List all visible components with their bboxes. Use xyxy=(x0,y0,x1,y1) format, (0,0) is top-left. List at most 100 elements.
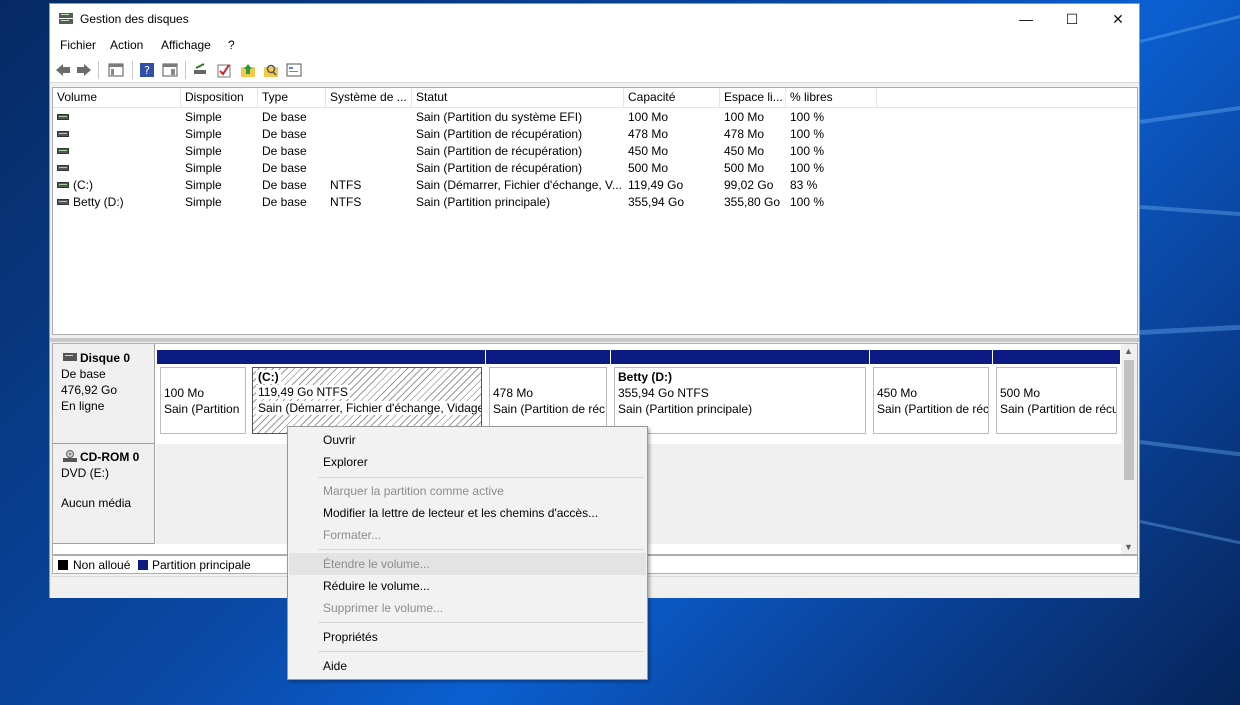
table-cell: NTFS xyxy=(330,178,362,192)
partition-betty-d[interactable]: Betty (D:) 355,94 Go NTFS Sain (Partitio… xyxy=(611,350,869,437)
table-row[interactable]: (C:) Simple De base NTFS Sain (Démarrer, Fic… xyxy=(53,177,1137,194)
menu-action[interactable]: Action xyxy=(110,38,143,52)
table-row[interactable]: Simple De base Sain (Partition du système … xyxy=(53,109,1137,126)
disk0-size: 476,92 Go xyxy=(61,383,118,397)
disk0-info[interactable]: Disque 0 De base 476,92 Go En ligne xyxy=(53,344,155,444)
check-icon[interactable] xyxy=(216,62,232,78)
table-cell: 83 % xyxy=(790,178,818,192)
table-cell: De base xyxy=(262,178,307,192)
volume-list-header: Volume Disposition Type Système de ... S… xyxy=(53,88,1137,108)
partition-recovery-450[interactable]: 450 Mo Sain (Partition de réc xyxy=(870,350,992,437)
table-cell: (C:) xyxy=(73,178,93,192)
table-row[interactable]: Betty (D:) Simple De base NTFS Sain (Partiti… xyxy=(53,194,1137,211)
partition-size: 500 Mo xyxy=(1000,386,1041,400)
table-cell: De base xyxy=(262,144,307,158)
minimize-button[interactable]: — xyxy=(1003,4,1049,34)
partition-status: Sain (Partition xyxy=(164,402,240,416)
connect-drive-icon[interactable] xyxy=(192,62,208,78)
search-folder-icon[interactable] xyxy=(263,62,279,78)
table-cell: Simple xyxy=(185,178,222,192)
desktop-wallpaper-ray xyxy=(1139,520,1240,548)
partition-size: 100 Mo xyxy=(164,386,205,400)
menu-fichier[interactable]: Fichier xyxy=(60,38,96,52)
col-percent-free[interactable]: % libres xyxy=(786,88,877,107)
table-cell: Simple xyxy=(185,144,222,158)
pane-splitter[interactable] xyxy=(50,338,1139,342)
partition-c[interactable]: (C:) 119,49 Go NTFS Sain (Démarrer, Fich… xyxy=(249,350,485,437)
scroll-thumb[interactable] xyxy=(1124,360,1134,480)
disk0-type: De base xyxy=(61,367,106,381)
close-button[interactable]: ✕ xyxy=(1095,4,1141,34)
menu-item-properties[interactable]: Propriétés xyxy=(289,626,646,648)
help-icon[interactable]: ? xyxy=(139,62,155,78)
partition-size: 119,49 Go NTFS xyxy=(256,385,350,399)
upload-folder-icon[interactable] xyxy=(240,62,256,78)
partition-efi[interactable]: 100 Mo Sain (Partition xyxy=(157,350,249,437)
disk-drive-icon xyxy=(63,353,77,361)
graph-view-scrollbar[interactable]: ▲ ▼ xyxy=(1121,344,1137,554)
menu-affichage[interactable]: Affichage xyxy=(161,38,211,52)
forward-arrow-icon[interactable] xyxy=(76,62,92,78)
cdrom0-info[interactable]: CD-ROM 0 DVD (E:) Aucun média xyxy=(53,444,155,544)
cdrom0-media: Aucun média xyxy=(61,496,132,510)
menu-item-mark-active[interactable]: Marquer la partition comme active xyxy=(289,480,646,502)
partition-name: (C:) xyxy=(256,370,281,384)
scroll-down-arrow-icon[interactable]: ▼ xyxy=(1124,542,1133,552)
col-free-space[interactable]: Espace li... xyxy=(720,88,786,107)
legend-swatch-unallocated xyxy=(58,560,68,570)
partition-recovery-478[interactable]: 478 Mo Sain (Partition de réc xyxy=(486,350,610,437)
table-cell: 100 Mo xyxy=(628,110,669,124)
partition-size: 450 Mo xyxy=(877,386,918,400)
volume-drive-icon xyxy=(57,131,69,137)
back-arrow-icon[interactable] xyxy=(55,62,71,78)
col-capacity[interactable]: Capacité xyxy=(624,88,720,107)
col-filesystem[interactable]: Système de ... xyxy=(326,88,412,107)
menu-item-open[interactable]: Ouvrir xyxy=(289,429,646,451)
menu-item-explore[interactable]: Explorer xyxy=(289,451,646,473)
table-row[interactable]: Simple De base Sain (Partition de récupéra… xyxy=(53,143,1137,160)
table-cell: 100 % xyxy=(790,144,825,158)
table-cell: Simple xyxy=(185,195,222,209)
menu-item-change-drive-letter[interactable]: Modifier la lettre de lecteur et les che… xyxy=(289,502,646,524)
cd-drive-icon xyxy=(63,450,77,462)
window-title: Gestion des disques xyxy=(80,12,189,26)
table-row[interactable]: Simple De base Sain (Partition de récupéra… xyxy=(53,160,1137,177)
partition-status: Sain (Partition de récu xyxy=(1000,402,1117,416)
cdrom0-name: CD-ROM 0 xyxy=(80,450,140,464)
disk0-state: En ligne xyxy=(61,399,105,413)
legend-label-primary: Partition principale xyxy=(152,558,251,572)
partition-recovery-500[interactable]: 500 Mo Sain (Partition de récu xyxy=(993,350,1120,437)
table-row[interactable]: Simple De base Sain (Partition de récupéra… xyxy=(53,126,1137,143)
scroll-up-arrow-icon[interactable]: ▲ xyxy=(1124,346,1133,356)
menu-bar: Fichier Action Affichage ? xyxy=(50,34,1139,56)
legend-label-unallocated: Non alloué xyxy=(73,558,131,572)
maximize-button[interactable]: ☐ xyxy=(1049,4,1095,34)
table-cell xyxy=(330,143,412,160)
menu-item-format[interactable]: Formater... xyxy=(289,524,646,546)
table-cell: Sain (Partition de récupération) xyxy=(416,161,583,175)
col-volume[interactable]: Volume xyxy=(53,88,181,107)
col-disposition[interactable]: Disposition xyxy=(181,88,258,107)
menu-item-extend-volume[interactable]: Étendre le volume... xyxy=(289,553,646,575)
table-cell: 100 Mo xyxy=(724,110,765,124)
console-tree-icon[interactable] xyxy=(108,62,124,78)
table-cell: 100 % xyxy=(790,161,825,175)
menu-item-help[interactable]: Aide xyxy=(289,655,646,677)
table-cell: Sain (Partition de récupération) xyxy=(416,144,583,158)
table-cell xyxy=(330,160,412,177)
menu-item-shrink-volume[interactable]: Réduire le volume... xyxy=(289,575,646,597)
menu-help[interactable]: ? xyxy=(228,38,235,52)
properties-view-icon[interactable] xyxy=(162,62,178,78)
partition-status: Sain (Partition de réc xyxy=(877,402,989,416)
table-cell: Sain (Démarrer, Fichier d'échange, V... xyxy=(416,178,622,192)
settings-list-icon[interactable] xyxy=(286,62,302,78)
menu-item-delete-volume[interactable]: Supprimer le volume... xyxy=(289,597,646,619)
table-cell: De base xyxy=(262,161,307,175)
disk-management-app-icon xyxy=(59,13,73,24)
col-type[interactable]: Type xyxy=(258,88,326,107)
title-bar[interactable]: Gestion des disques — ☐ ✕ xyxy=(50,4,1139,34)
desktop-wallpaper-ray xyxy=(1139,323,1240,335)
volume-drive-icon xyxy=(57,165,69,171)
col-status[interactable]: Statut xyxy=(412,88,624,107)
table-cell: 450 Mo xyxy=(628,144,669,158)
